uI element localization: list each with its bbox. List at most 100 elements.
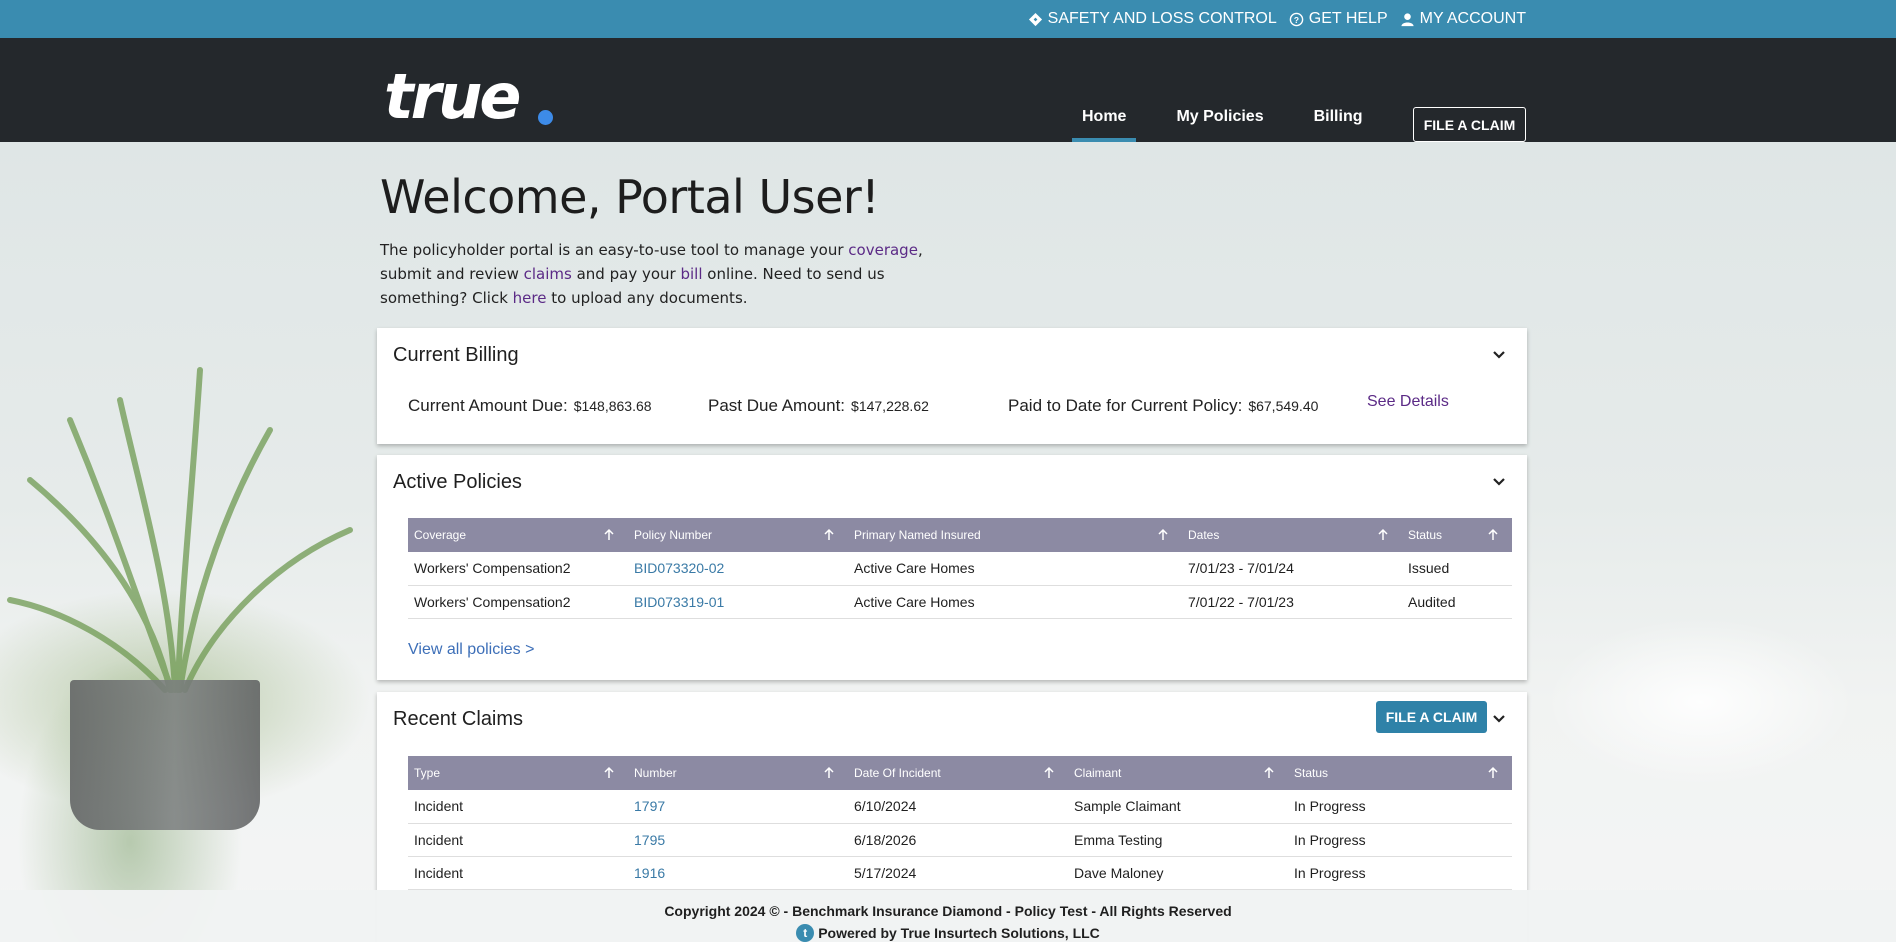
policy-number-link[interactable]: BID073319-01 — [628, 585, 848, 619]
column-header-label: Coverage — [414, 528, 467, 542]
claim-claimant-cell: Sample Claimant — [1068, 790, 1288, 824]
claim-status-cell: In Progress — [1288, 790, 1512, 824]
welcome-text: The policyholder portal is an easy-to-us… — [380, 238, 940, 310]
column-header-primary-named-insured[interactable]: Primary Named Insured — [848, 518, 1182, 552]
table-row: Incident 1795 6/18/2026 Emma Testing In … — [408, 823, 1512, 857]
claim-number-link[interactable]: 1797 — [628, 790, 848, 824]
column-header-type[interactable]: Type — [408, 756, 628, 790]
header-file-claim-button[interactable]: FILE A CLAIM — [1413, 107, 1526, 142]
paid-value: $67,549.40 — [1248, 398, 1319, 414]
claim-date-cell: 5/17/2024 — [848, 856, 1068, 890]
chevron-down-icon[interactable] — [1491, 346, 1507, 362]
chevron-down-icon[interactable] — [1491, 473, 1507, 489]
user-icon — [1401, 12, 1414, 26]
column-header-label: Dates — [1188, 528, 1220, 542]
bill-link[interactable]: bill — [680, 265, 702, 283]
policy-status-cell: Audited — [1402, 585, 1512, 619]
safety-loss-control-label: SAFETY AND LOSS CONTROL — [1047, 10, 1277, 27]
current-due-label: Current Amount Due: — [408, 396, 568, 415]
claims-link[interactable]: claims — [524, 265, 572, 283]
footer: Copyright 2024 © - Benchmark Insurance D… — [0, 890, 1896, 942]
claim-type-cell: Incident — [408, 790, 628, 824]
welcome-section: Welcome, Portal User! The policyholder p… — [380, 170, 940, 310]
past-due-amount: Past Due Amount: $147,228.62 — [708, 396, 929, 416]
claim-date-cell: 6/18/2026 — [848, 823, 1068, 857]
policy-number-link[interactable]: BID073320-02 — [628, 552, 848, 586]
current-amount-due: Current Amount Due: $148,863.68 — [408, 396, 652, 416]
policy-status-cell: Issued — [1402, 552, 1512, 586]
nav-my-policies[interactable]: My Policies — [1166, 38, 1273, 142]
help-circle-icon: ? — [1289, 12, 1304, 26]
claims-file-claim-button[interactable]: FILE A CLAIM — [1376, 701, 1487, 733]
welcome-text-part: to upload any documents. — [546, 289, 748, 307]
policies-table: Coverage Policy Number Primary Named Ins… — [408, 518, 1512, 619]
claims-header-row: Type Number Date Of Incident Claimant St… — [408, 756, 1512, 790]
welcome-text-part: , — [917, 241, 923, 259]
claim-type-cell: Incident — [408, 856, 628, 890]
chevron-down-icon[interactable] — [1491, 710, 1507, 726]
upload-here-link[interactable]: here — [513, 289, 547, 307]
welcome-text-part: something? Click — [380, 289, 513, 307]
my-account-link[interactable]: MY ACCOUNT — [1400, 10, 1526, 28]
svg-text:?: ? — [1294, 14, 1299, 24]
nav-my-policies-label: My Policies — [1176, 108, 1264, 125]
true-logo[interactable]: true — [384, 66, 521, 128]
claim-status-cell: In Progress — [1288, 823, 1512, 857]
column-header-policy-number[interactable]: Policy Number — [628, 518, 848, 552]
column-header-dates[interactable]: Dates — [1182, 518, 1402, 552]
welcome-text-part: online. Need to send us — [702, 265, 885, 283]
policy-coverage-cell: Workers' Compensation2 — [408, 552, 628, 586]
sort-arrow-icon[interactable] — [602, 766, 616, 780]
see-details-link[interactable]: See Details — [1367, 393, 1449, 411]
policy-insured-cell: Active Care Homes — [848, 585, 1182, 619]
get-help-link[interactable]: ? GET HELP — [1289, 10, 1388, 28]
column-header-coverage[interactable]: Coverage — [408, 518, 628, 552]
sort-arrow-icon[interactable] — [822, 528, 836, 542]
nav-billing[interactable]: Billing — [1304, 38, 1373, 142]
welcome-text-part: The policyholder portal is an easy-to-us… — [380, 241, 849, 259]
sort-arrow-icon[interactable] — [1042, 766, 1056, 780]
claim-number-link[interactable]: 1795 — [628, 823, 848, 857]
footer-powered-by: t Powered by True Insurtech Solutions, L… — [0, 924, 1896, 942]
safety-loss-control-link[interactable]: SAFETY AND LOSS CONTROL — [1028, 10, 1277, 28]
policies-header-row: Coverage Policy Number Primary Named Ins… — [408, 518, 1512, 552]
sort-arrow-icon[interactable] — [1262, 766, 1276, 780]
claims-table: Type Number Date Of Incident Claimant St… — [408, 756, 1512, 890]
column-header-claimant[interactable]: Claimant — [1068, 756, 1288, 790]
sort-arrow-icon[interactable] — [1486, 528, 1500, 542]
column-header-label: Claimant — [1074, 766, 1122, 780]
paid-to-date: Paid to Date for Current Policy: $67,549… — [1008, 396, 1318, 416]
sort-arrow-icon[interactable] — [602, 528, 616, 542]
plant-pot-decoration — [70, 680, 260, 830]
claim-date-cell: 6/10/2024 — [848, 790, 1068, 824]
nav-home[interactable]: Home — [1072, 38, 1137, 142]
active-policies-title: Active Policies — [393, 471, 522, 493]
policy-insured-cell: Active Care Homes — [848, 552, 1182, 586]
column-header-label: Status — [1408, 528, 1443, 542]
my-account-label: MY ACCOUNT — [1419, 10, 1526, 27]
column-header-label: Date Of Incident — [854, 766, 941, 780]
coverage-link[interactable]: coverage — [848, 241, 918, 259]
claim-type-cell: Incident — [408, 823, 628, 857]
sort-arrow-icon[interactable] — [1486, 766, 1500, 780]
utility-bar: SAFETY AND LOSS CONTROL ? GET HELP MY AC… — [0, 0, 1896, 38]
claim-number-link[interactable]: 1916 — [628, 856, 848, 890]
sort-arrow-icon[interactable] — [1156, 528, 1170, 542]
recent-claims-title: Recent Claims — [393, 708, 524, 730]
footer-copyright: Copyright 2024 © - Benchmark Insurance D… — [664, 903, 1232, 919]
footer-powered-label: Powered by True Insurtech Solutions, LLC — [818, 925, 1100, 941]
column-header-status[interactable]: Status — [1402, 518, 1512, 552]
past-due-value: $147,228.62 — [851, 398, 929, 414]
column-header-date-of-incident[interactable]: Date Of Incident — [848, 756, 1068, 790]
column-header-number[interactable]: Number — [628, 756, 848, 790]
sort-arrow-icon[interactable] — [822, 766, 836, 780]
column-header-status[interactable]: Status — [1288, 756, 1512, 790]
sort-arrow-icon[interactable] — [1376, 528, 1390, 542]
view-all-policies-link[interactable]: View all policies > — [408, 641, 534, 659]
welcome-text-part: submit and review — [380, 265, 524, 283]
policy-dates-cell: 7/01/23 - 7/01/24 — [1182, 552, 1402, 586]
policy-dates-cell: 7/01/22 - 7/01/23 — [1182, 585, 1402, 619]
table-row: Incident 1797 6/10/2024 Sample Claimant … — [408, 790, 1512, 824]
column-header-label: Status — [1294, 766, 1329, 780]
get-help-label: GET HELP — [1308, 10, 1388, 27]
